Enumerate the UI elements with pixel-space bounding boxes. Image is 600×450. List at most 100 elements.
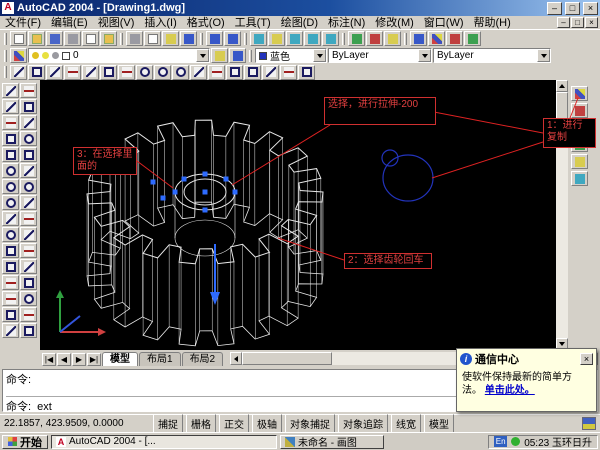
chamfer-icon[interactable] bbox=[20, 275, 37, 290]
insert-block-icon[interactable] bbox=[2, 243, 19, 258]
tab-next-button[interactable]: ▶ bbox=[72, 353, 86, 366]
snap-none-icon[interactable] bbox=[280, 65, 297, 80]
snap-tangent-icon[interactable] bbox=[172, 65, 189, 80]
designcenter-icon[interactable] bbox=[366, 31, 383, 46]
linetype-combo-arrow[interactable] bbox=[418, 49, 431, 62]
extend-icon[interactable] bbox=[20, 243, 37, 258]
hatch-icon[interactable] bbox=[2, 291, 19, 306]
menu-help[interactable]: 帮助(H) bbox=[469, 16, 516, 30]
save-icon[interactable] bbox=[46, 31, 63, 46]
taskbar-item-paint[interactable]: 未命名 - 画图 bbox=[280, 435, 384, 449]
tool-palettes-icon[interactable] bbox=[384, 31, 401, 46]
polar-toggle[interactable]: 极轴 bbox=[252, 414, 282, 433]
mirror-icon[interactable] bbox=[20, 115, 37, 130]
make-block-icon[interactable] bbox=[2, 259, 19, 274]
properties-tool-icon[interactable] bbox=[20, 323, 37, 338]
pan-icon[interactable] bbox=[268, 31, 285, 46]
menu-file[interactable]: 文件(F) bbox=[0, 16, 46, 30]
menu-window[interactable]: 窗口(W) bbox=[419, 16, 469, 30]
new-file-icon[interactable] bbox=[10, 31, 27, 46]
tab-layout1[interactable]: 布局1 bbox=[139, 352, 181, 366]
undo-icon[interactable] bbox=[206, 31, 223, 46]
mdi-restore-button[interactable]: □ bbox=[571, 17, 584, 28]
menu-dimension[interactable]: 标注(N) bbox=[323, 16, 370, 30]
popup-close-icon[interactable]: × bbox=[580, 353, 593, 365]
popup-link[interactable]: 单击此处。 bbox=[485, 385, 535, 396]
snap-extension-icon[interactable] bbox=[118, 65, 135, 80]
block-editor-icon[interactable] bbox=[464, 31, 481, 46]
tab-prev-button[interactable]: ◀ bbox=[57, 353, 71, 366]
layer-manager-icon[interactable] bbox=[10, 48, 27, 63]
close-button[interactable]: × bbox=[583, 2, 598, 15]
move-icon[interactable] bbox=[20, 163, 37, 178]
plot-preview-icon[interactable] bbox=[82, 31, 99, 46]
menu-draw[interactable]: 绘图(D) bbox=[276, 16, 323, 30]
minimize-button[interactable]: – bbox=[547, 2, 562, 15]
start-button[interactable]: 开始 bbox=[2, 435, 48, 449]
otrack-toggle[interactable]: 对象追踪 bbox=[338, 414, 388, 433]
communication-center-tray-icon[interactable] bbox=[582, 417, 596, 430]
hyperlink-icon[interactable] bbox=[250, 31, 267, 46]
ortho-toggle[interactable]: 正交 bbox=[219, 414, 249, 433]
revision-cloud-icon[interactable] bbox=[2, 195, 19, 210]
menu-tools[interactable]: 工具(T) bbox=[230, 16, 276, 30]
snap-center-icon[interactable] bbox=[136, 65, 153, 80]
menu-modify[interactable]: 修改(M) bbox=[370, 16, 419, 30]
polyline-icon[interactable] bbox=[2, 115, 19, 130]
copy-object-icon[interactable] bbox=[20, 99, 37, 114]
snap-quadrant-icon[interactable] bbox=[154, 65, 171, 80]
circle-icon[interactable] bbox=[2, 179, 19, 194]
snap-parallel-icon[interactable] bbox=[208, 65, 225, 80]
snap-toggle[interactable]: 捕捉 bbox=[153, 414, 183, 433]
construction-line-icon[interactable] bbox=[2, 99, 19, 114]
zoom-window-icon[interactable] bbox=[304, 31, 321, 46]
scroll-left-button[interactable] bbox=[230, 352, 242, 365]
tab-first-button[interactable]: |◀ bbox=[42, 353, 56, 366]
explode-icon[interactable] bbox=[20, 307, 37, 322]
cut-icon[interactable] bbox=[126, 31, 143, 46]
solids-subtract-icon[interactable] bbox=[571, 103, 588, 118]
snap-from-icon[interactable] bbox=[28, 65, 45, 80]
tab-last-button[interactable]: ▶| bbox=[87, 353, 101, 366]
point-icon[interactable] bbox=[2, 275, 19, 290]
mdi-close-button[interactable]: × bbox=[585, 17, 598, 28]
line-icon[interactable] bbox=[2, 83, 19, 98]
autocad-app-icon[interactable]: A bbox=[2, 2, 14, 14]
lineweight-combo[interactable]: ByLayer bbox=[433, 48, 551, 63]
menu-edit[interactable]: 编辑(E) bbox=[46, 16, 93, 30]
publish-icon[interactable] bbox=[100, 31, 117, 46]
drawing-canvas[interactable] bbox=[40, 80, 556, 350]
lineweight-toggle[interactable]: 线宽 bbox=[391, 414, 421, 433]
spline-icon[interactable] bbox=[2, 211, 19, 226]
snap-nearest-icon[interactable] bbox=[262, 65, 279, 80]
arc-icon[interactable] bbox=[2, 163, 19, 178]
zoom-previous-icon[interactable] bbox=[322, 31, 339, 46]
plot-icon[interactable] bbox=[64, 31, 81, 46]
snap-perpendicular-icon[interactable] bbox=[190, 65, 207, 80]
markup-icon[interactable] bbox=[446, 31, 463, 46]
color-combo-arrow[interactable] bbox=[313, 49, 326, 62]
osnap-toggle[interactable]: 对象捕捉 bbox=[285, 414, 335, 433]
offset-icon[interactable] bbox=[20, 131, 37, 146]
properties-icon[interactable] bbox=[348, 31, 365, 46]
array-icon[interactable] bbox=[20, 147, 37, 162]
tab-model[interactable]: 模型 bbox=[102, 352, 138, 366]
linetype-combo[interactable]: ByLayer bbox=[328, 48, 432, 63]
solids-check-icon[interactable] bbox=[571, 171, 588, 186]
polygon-icon[interactable] bbox=[2, 131, 19, 146]
trim-icon[interactable] bbox=[20, 227, 37, 242]
horizontal-scroll-thumb[interactable] bbox=[242, 352, 332, 365]
snap-node-icon[interactable] bbox=[226, 65, 243, 80]
paste-icon[interactable] bbox=[162, 31, 179, 46]
grid-toggle[interactable]: 栅格 bbox=[186, 414, 216, 433]
snap-insert-icon[interactable] bbox=[244, 65, 261, 80]
snap-midpoint-icon[interactable] bbox=[64, 65, 81, 80]
multiline-text-icon[interactable] bbox=[2, 323, 19, 338]
open-file-icon[interactable] bbox=[28, 31, 45, 46]
snap-endpoint-icon[interactable] bbox=[46, 65, 63, 80]
redo-icon[interactable] bbox=[224, 31, 241, 46]
fillet-icon[interactable] bbox=[20, 291, 37, 306]
color-combo[interactable]: 蓝色 bbox=[255, 48, 327, 63]
menu-view[interactable]: 视图(V) bbox=[93, 16, 140, 30]
break-icon[interactable] bbox=[20, 259, 37, 274]
